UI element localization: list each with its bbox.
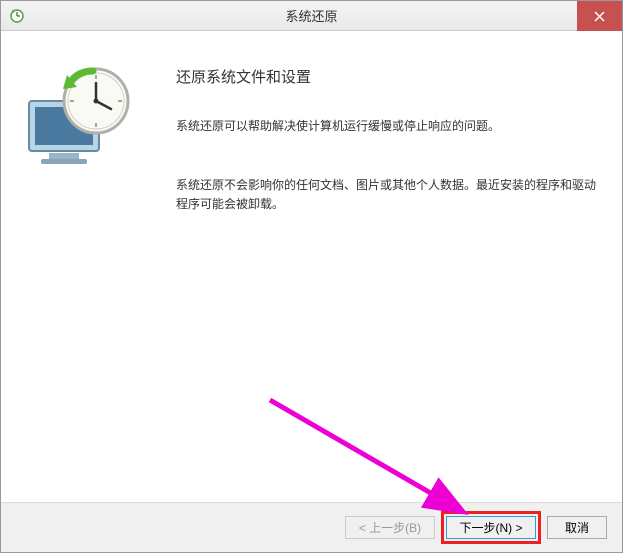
system-restore-window: 系统还原 bbox=[0, 0, 623, 553]
window-title: 系统还原 bbox=[1, 6, 622, 25]
icon-column bbox=[21, 51, 176, 492]
wizard-footer: < 上一步(B) 下一步(N) > 取消 bbox=[1, 502, 622, 552]
close-button[interactable] bbox=[577, 1, 622, 31]
paragraph-2: 系统还原不会影响你的任何文档、图片或其他个人数据。最近安装的程序和驱动程序可能会… bbox=[176, 176, 597, 214]
close-icon bbox=[594, 11, 605, 22]
cancel-button[interactable]: 取消 bbox=[547, 516, 607, 539]
text-column: 还原系统文件和设置 系统还原可以帮助解决使计算机运行缓慢或停止响应的问题。 系统… bbox=[176, 51, 597, 492]
titlebar: 系统还原 bbox=[1, 1, 622, 31]
content-area: 还原系统文件和设置 系统还原可以帮助解决使计算机运行缓慢或停止响应的问题。 系统… bbox=[1, 31, 622, 502]
system-restore-icon bbox=[21, 61, 151, 171]
paragraph-1: 系统还原可以帮助解决使计算机运行缓慢或停止响应的问题。 bbox=[176, 117, 597, 136]
back-button: < 上一步(B) bbox=[345, 516, 435, 539]
page-heading: 还原系统文件和设置 bbox=[176, 66, 597, 87]
annotation-highlight: 下一步(N) > bbox=[441, 511, 541, 544]
app-icon bbox=[9, 8, 25, 24]
next-button[interactable]: 下一步(N) > bbox=[446, 516, 536, 539]
